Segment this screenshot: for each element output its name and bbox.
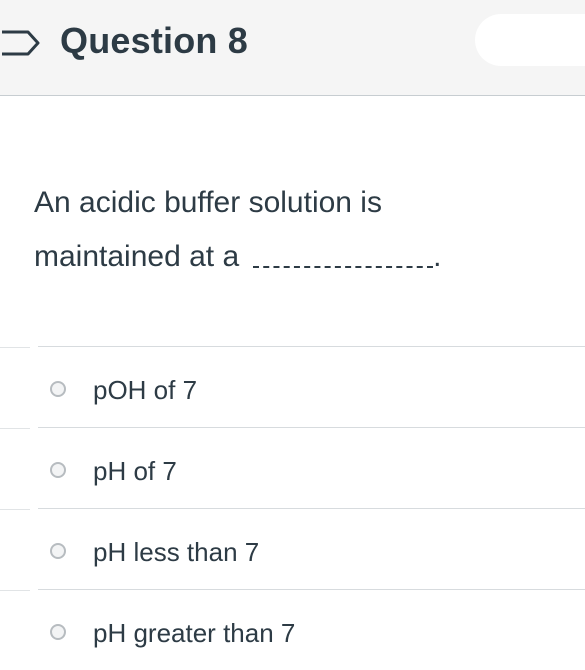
answer-label: pH of 7	[93, 456, 177, 486]
divider-tick	[0, 509, 30, 510]
radio-icon[interactable]	[50, 543, 66, 559]
points-badge	[475, 14, 585, 66]
answer-option[interactable]: pH less than 7	[0, 508, 585, 589]
question-title: Question 8	[60, 20, 249, 61]
flag-icon[interactable]	[0, 28, 40, 58]
answer-option[interactable]: pH of 7	[0, 427, 585, 508]
divider-tick	[0, 428, 30, 429]
answer-label: pH greater than 7	[93, 618, 296, 648]
divider-tick	[0, 590, 30, 591]
answer-label: pOH of 7	[93, 375, 198, 405]
radio-icon[interactable]	[50, 624, 66, 640]
divider-tick	[0, 347, 30, 348]
radio-icon[interactable]	[50, 381, 66, 397]
question-text-line1: An acidic buffer solution is	[34, 186, 382, 219]
question-text-end: .	[433, 240, 442, 273]
answer-list: pOH of 7 pH of 7 pH less than 7 pH great…	[0, 346, 585, 670]
fill-blank	[253, 248, 434, 269]
answer-label: pH less than 7	[93, 537, 260, 567]
question-text-line2-wrap: maintained at a.	[34, 230, 554, 284]
question-text-line2: maintained at a	[34, 240, 240, 273]
answer-option[interactable]: pOH of 7	[0, 346, 585, 427]
question-header: Question 8	[0, 0, 585, 96]
answer-option[interactable]: pH greater than 7	[0, 589, 585, 670]
question-text: An acidic buffer solution is maintained …	[34, 176, 554, 284]
radio-icon[interactable]	[50, 462, 66, 478]
